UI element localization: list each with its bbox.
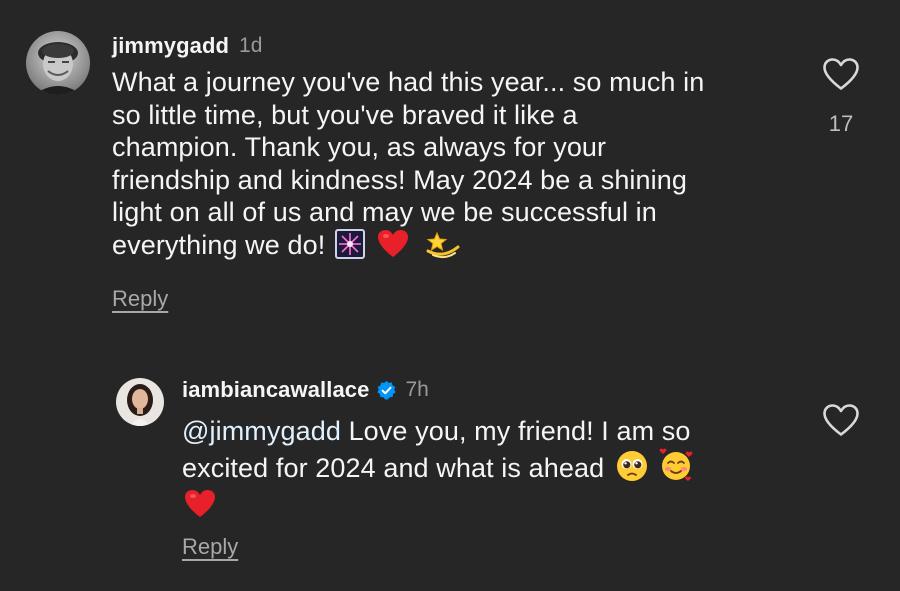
like-button[interactable] [822,57,860,91]
comment-line-second: excited for 2024 and what is ahead [182,448,694,490]
heart-outline-icon [823,404,859,436]
comment-line-last: everything we do! [112,228,704,267]
comment-line: friendship and kindness! May 2024 be a s… [112,164,687,195]
comment-line: excited for 2024 and what is ahead [182,452,605,483]
like-count: 17 [828,111,854,136]
verified-badge-icon [376,380,397,401]
comment-line: so little time, but you've braved it lik… [112,99,578,130]
red-heart-emoji [377,229,409,267]
red-heart-emoji [184,489,216,527]
like-button[interactable] [822,403,860,437]
username[interactable]: jimmygadd [112,33,229,59]
comment-header: iambiancawallace 7h [182,377,429,403]
comment-text: What a journey you've had this year... s… [112,66,704,266]
reply-button[interactable]: Reply [182,534,238,560]
avatar-jimmygadd[interactable] [26,31,90,95]
dizzy-star-emoji [425,229,461,267]
comment-line: champion. Thank you, as always for your [112,132,607,162]
comment-line: light on all of us and may we be success… [112,197,657,227]
timestamp: 7h [405,378,429,401]
comment-line: What a journey you've had this year... s… [112,67,705,97]
reply-button[interactable]: Reply [112,286,168,312]
mention-link[interactable]: @jimmygadd [182,416,341,446]
avatar-iambiancawallace[interactable] [116,378,164,426]
comment-line: everything we do! [112,229,326,260]
fireworks-emoji [335,228,366,267]
comment-header: jimmygadd 1d [112,33,262,59]
timestamp: 1d [239,34,263,57]
heart-outline-icon [823,58,859,90]
comment-line: Love you, my friend! I am so [348,416,691,446]
comment-line-first: @jimmygadd Love you, my friend! I am so [182,415,694,448]
comment-text: @jimmygadd Love you, my friend! I am so … [182,415,694,527]
comment-line-third [182,489,694,527]
smiling-face-with-hearts-emoji [658,448,694,490]
username[interactable]: iambiancawallace [182,377,369,403]
pleading-face-emoji [616,450,648,490]
